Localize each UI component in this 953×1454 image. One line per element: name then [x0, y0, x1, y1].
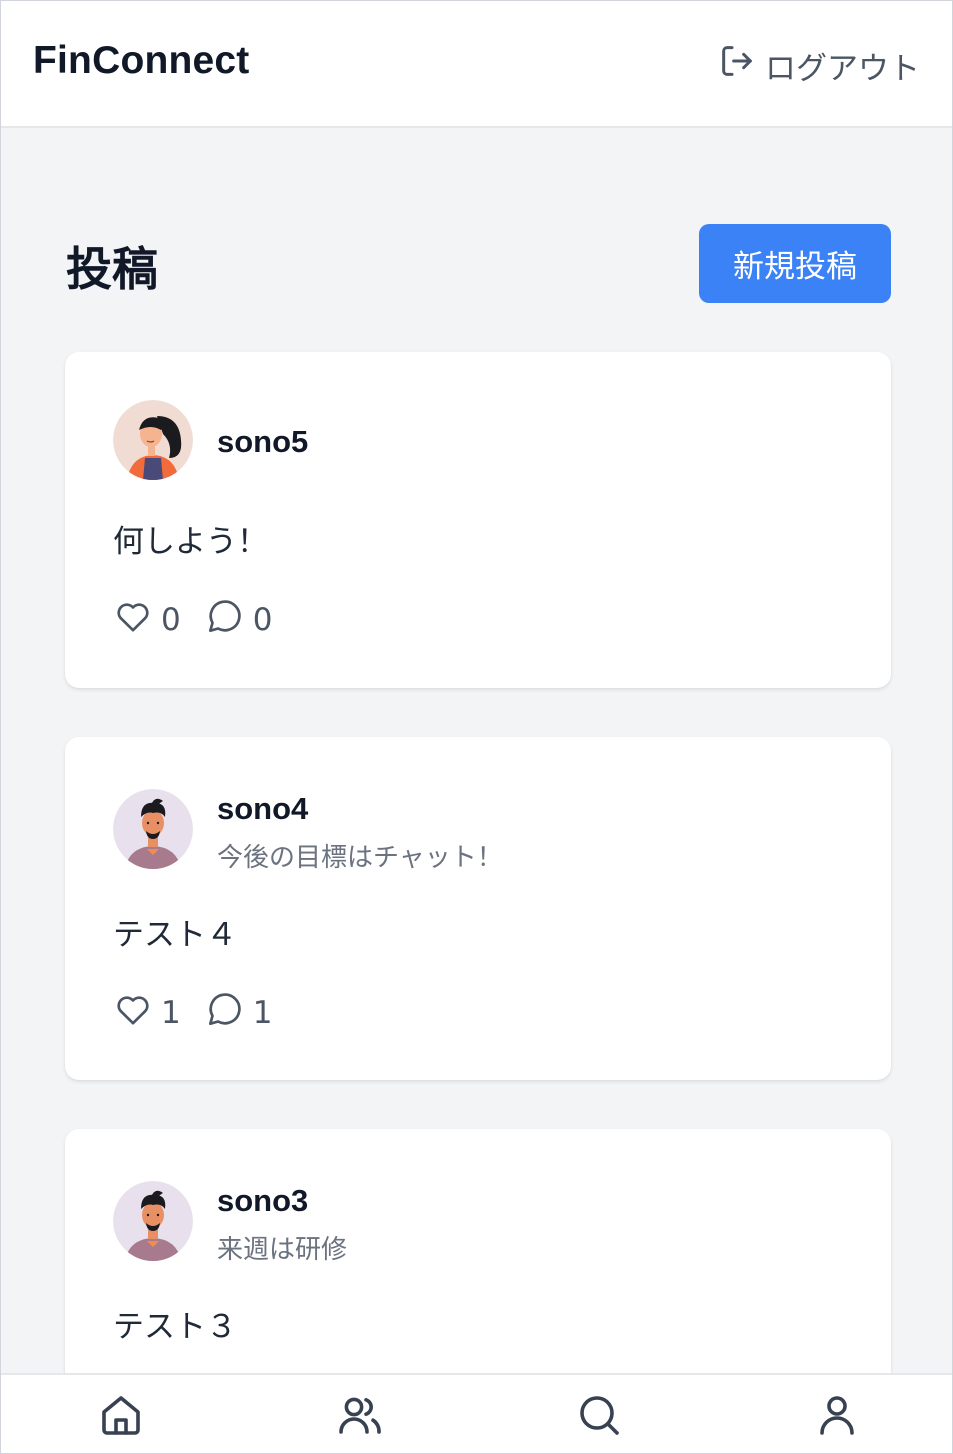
new-post-button[interactable]: 新規投稿: [699, 224, 891, 303]
user-icon: [813, 1396, 861, 1443]
post-actions: 1 1: [113, 989, 272, 1037]
post-content: テスト３: [113, 1309, 237, 1345]
nav-home[interactable]: [97, 1391, 145, 1439]
logout-button[interactable]: ログアウト: [717, 41, 920, 89]
post-username[interactable]: sono5: [217, 424, 308, 460]
nav-profile[interactable]: [813, 1391, 861, 1439]
search-icon: [575, 1396, 623, 1443]
like-button[interactable]: 1: [113, 989, 181, 1037]
brand-logo-text[interactable]: FinConnect: [33, 39, 249, 83]
comment-button[interactable]: 0: [205, 596, 273, 644]
home-icon: [97, 1396, 145, 1443]
heart-icon: [113, 596, 153, 644]
post-card: sono5 何しよう！ 0 0: [65, 352, 891, 688]
user-avatar[interactable]: [113, 1181, 193, 1261]
nav-search[interactable]: [575, 1391, 623, 1439]
user-avatar[interactable]: [113, 400, 193, 480]
comment-icon: [205, 989, 245, 1037]
page-title: 投稿: [66, 242, 158, 296]
like-count: 1: [161, 995, 181, 1031]
post-username[interactable]: sono3: [217, 1183, 308, 1219]
like-button[interactable]: 0: [113, 596, 181, 644]
heart-icon: [113, 989, 153, 1037]
like-count: 0: [161, 602, 181, 638]
comment-icon: [205, 596, 245, 644]
users-icon: [336, 1397, 384, 1443]
comment-count: 0: [252, 602, 273, 638]
female-avatar-icon: [113, 400, 193, 480]
user-bio: 来週は研修: [217, 1235, 348, 1265]
post-card: sono4 今後の目標はチャット！ テスト４ 1 1: [65, 737, 891, 1080]
comment-count: 1: [252, 995, 273, 1031]
male-avatar-icon: [113, 789, 193, 869]
bottom-navigation: [1, 1373, 952, 1453]
male-avatar-icon: [113, 1181, 193, 1261]
comment-button[interactable]: 1: [205, 989, 273, 1037]
post-username[interactable]: sono4: [217, 791, 308, 827]
user-avatar[interactable]: [113, 789, 193, 869]
app-root: FinConnect ログアウト 投稿 新規投稿 sono5 何しよう！ 0 0…: [0, 0, 953, 1454]
nav-users[interactable]: [336, 1391, 384, 1439]
logout-icon: [717, 41, 757, 89]
post-content: 何しよう！: [113, 524, 268, 560]
logout-label: ログアウト: [765, 50, 920, 87]
post-content: テスト４: [113, 917, 237, 953]
user-bio: 今後の目標はチャット！: [217, 843, 503, 873]
top-header: FinConnect ログアウト: [1, 1, 952, 128]
post-actions: 0 0: [113, 596, 272, 644]
